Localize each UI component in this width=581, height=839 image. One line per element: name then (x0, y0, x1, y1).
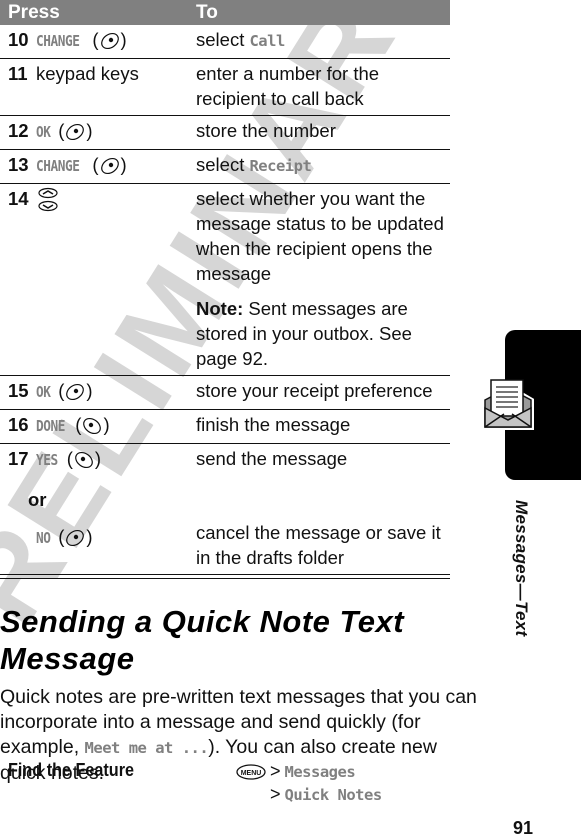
step-number: 12 (8, 120, 29, 141)
to-cell: enter a number for the recipient to call… (196, 58, 450, 116)
page-content: Press To 10 CHANGE () select Call 11 keypa… (0, 0, 477, 786)
menu-key-icon: MENU (236, 764, 266, 780)
soft-key-label: NO (36, 529, 51, 547)
envelope-letter-icon (482, 379, 534, 430)
svg-text:MENU: MENU (241, 770, 262, 777)
to-cell: send the message cancel the message or s… (196, 443, 450, 574)
to-cell: select Call (196, 29, 285, 50)
press-cell: 16 DONE () (0, 409, 196, 444)
soft-key-label: OK (36, 383, 51, 401)
soft-key-label: CHANGE (36, 157, 80, 175)
table-row: 16 DONE () finish the message (0, 409, 450, 444)
section-divider (0, 574, 450, 579)
step-number: 11 (8, 63, 28, 84)
left-soft-key-icon (83, 418, 102, 435)
alt-press: NO () (8, 524, 196, 551)
step-number: 17 (8, 448, 29, 469)
right-soft-key-icon (66, 384, 85, 401)
chapter-label: Messages—Text (512, 500, 531, 637)
right-soft-key-icon (100, 158, 119, 175)
step-number: 15 (8, 380, 29, 401)
table-row: 11 keypad keys enter a number for the rec… (0, 58, 450, 116)
menu-term: Call (249, 32, 285, 50)
press-cell: 15 OK () (0, 375, 196, 410)
note: Note: Sent messages are stored in your o… (196, 298, 412, 369)
alt-to: cancel the message or save it in the dra… (196, 522, 441, 568)
menu-item-quick-notes[interactable]: Quick Notes (285, 786, 383, 804)
table-row: 10 CHANGE () select Call (0, 25, 450, 59)
right-soft-key-icon (100, 33, 119, 50)
scroll-up-down-icon (38, 187, 58, 212)
menu-item-messages[interactable]: Messages (285, 763, 356, 781)
press-cell: 12 OK () (0, 115, 196, 150)
right-soft-key-icon (66, 530, 85, 547)
menu-path: MENU > Messages > Quick Notes (236, 760, 382, 806)
table-header-row: Press To (0, 0, 450, 25)
step-number: 10 (8, 29, 29, 50)
soft-key-label: DONE (36, 417, 66, 435)
right-soft-key-icon (66, 124, 85, 141)
soft-key-label: YES (36, 451, 58, 469)
press-cell: 17 YES () or NO () (0, 443, 196, 574)
menu-term: Receipt (249, 157, 312, 175)
press-cell: 13 CHANGE () (0, 149, 196, 184)
table-row: 13 CHANGE () select Receipt (0, 149, 450, 184)
press-text: keypad keys (36, 63, 139, 84)
table-row: 15 OK () store your receipt preference (0, 375, 450, 410)
table-row: 12 OK () store the number (0, 115, 450, 150)
press-cell: 11 keypad keys (0, 58, 196, 116)
table-row: 14 select whether you want the message s… (0, 183, 450, 376)
step-number: 16 (8, 414, 29, 435)
example-term: Meet me at ... (84, 739, 209, 757)
left-soft-key-icon (75, 452, 93, 469)
to-cell: store your receipt preference (196, 375, 450, 410)
to-cell: select whether you want the message stat… (196, 183, 450, 376)
press-cell: 10 CHANGE () (0, 25, 196, 59)
soft-key-label: OK (36, 123, 51, 141)
press-cell: 14 (0, 183, 196, 376)
table-row: 17 YES () or NO () send the message cance… (0, 443, 450, 574)
section-title: Sending a Quick Note Text Message (0, 604, 405, 676)
find-feature-label: Find the Feature (8, 760, 135, 780)
header-press: Press (0, 0, 196, 25)
menu-path-row: MENU > Messages (236, 760, 382, 783)
step-number: 13 (8, 154, 29, 175)
to-cell: finish the message (196, 409, 450, 444)
step-number: 14 (8, 188, 29, 209)
menu-path-row: > Quick Notes (270, 784, 383, 804)
to-cell: store the number (196, 115, 450, 150)
steps-table: Press To 10 CHANGE () select Call 11 keypa… (0, 0, 450, 574)
soft-key-label: CHANGE (36, 32, 80, 50)
to-cell: select Receipt (196, 149, 450, 184)
or-label: or (28, 489, 47, 510)
header-to: To (196, 0, 450, 25)
